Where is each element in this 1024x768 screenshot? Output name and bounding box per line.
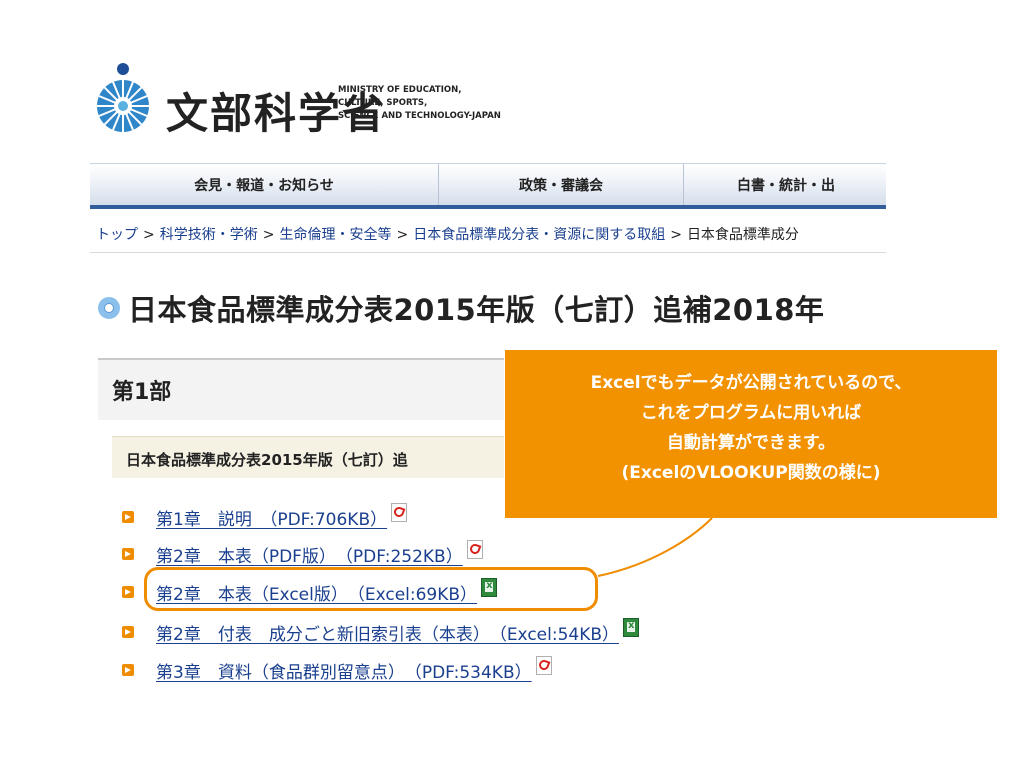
pdf-icon xyxy=(391,502,408,522)
excel-icon xyxy=(623,617,640,637)
arrow-bullet-icon xyxy=(122,586,134,598)
breadcrumb-separator: > xyxy=(396,227,409,243)
link-chapter1-explanation[interactable]: 第1章 説明 （PDF:706KB） xyxy=(156,505,387,530)
breadcrumb-top[interactable]: トップ xyxy=(96,227,138,243)
breadcrumb-separator: > xyxy=(262,227,275,243)
breadcrumb-science[interactable]: 科学技術・学術 xyxy=(160,227,258,243)
breadcrumb-food-composition[interactable]: 日本食品標準成分表・資源に関する取組 xyxy=(413,227,665,243)
breadcrumb: トップ > 科学技術・学術 > 生命倫理・安全等 > 日本食品標準成分表・資源に関する取組 >… xyxy=(96,224,886,246)
link-chapter2-index-excel[interactable]: 第2章 付表 成分ごと新旧索引表（本表） （Excel:54KB） xyxy=(156,620,619,645)
callout-box: Excelでもデータが公開されているので、 これをプログラムに用いれば 自動計算… xyxy=(505,350,997,518)
breadcrumb-bioethics[interactable]: 生命倫理・安全等 xyxy=(279,227,391,243)
logo-english: MINISTRY OF EDUCATION, CULTURE, SPORTS, … xyxy=(338,85,501,121)
divider xyxy=(90,252,886,253)
pdf-icon xyxy=(466,539,483,559)
section-heading: 第1部 xyxy=(98,358,504,420)
section-heading-text: 第1部 xyxy=(112,380,172,405)
global-nav: 会見・報道・お知らせ 政策・審議会 白書・統計・出 xyxy=(90,163,886,209)
list-item: 第1章 説明 （PDF:706KB） xyxy=(122,502,408,530)
subsection-heading: 日本食品標準成分表2015年版（七訂）追 xyxy=(112,436,504,478)
link-chapter2-table-pdf[interactable]: 第2章 本表（PDF版） （PDF:252KB） xyxy=(156,542,463,567)
arrow-bullet-icon xyxy=(122,548,134,560)
arrow-bullet-icon xyxy=(122,664,134,676)
arrow-bullet-icon xyxy=(122,511,134,523)
nav-item-news[interactable]: 会見・報道・お知らせ xyxy=(90,164,439,205)
arrow-bullet-icon xyxy=(122,626,134,638)
mext-emblem-icon xyxy=(97,63,149,132)
nav-item-whitepaper[interactable]: 白書・統計・出 xyxy=(684,164,888,205)
callout-line: Excelでもデータが公開されているので、 xyxy=(590,373,912,393)
breadcrumb-separator: > xyxy=(670,227,682,243)
callout-line: (ExcelのVLOOKUP関数の様に) xyxy=(621,463,881,483)
subsection-heading-text: 日本食品標準成分表2015年版（七訂）追 xyxy=(126,451,408,469)
callout-line: これをプログラムに用いれば xyxy=(640,403,862,423)
page-title: 日本食品標準成分表2015年版（七訂）追補2018年 xyxy=(128,293,825,327)
breadcrumb-separator: > xyxy=(143,227,155,243)
link-chapter3-materials[interactable]: 第3章 資料（食品群別留意点） （PDF:534KB） xyxy=(156,658,532,683)
callout-line: 自動計算ができます。 xyxy=(666,433,836,453)
list-item: 第3章 資料（食品群別留意点） （PDF:534KB） xyxy=(122,655,552,683)
nav-item-policy[interactable]: 政策・審議会 xyxy=(439,164,684,205)
pdf-icon xyxy=(535,655,552,675)
list-item: 第2章 付表 成分ごと新旧索引表（本表） （Excel:54KB） xyxy=(122,617,640,645)
list-item: 第2章 本表（PDF版） （PDF:252KB） xyxy=(122,539,483,567)
mext-logo[interactable]: 文部科学省 MINISTRY OF EDUCATION, CULTURE, SP… xyxy=(90,60,510,140)
breadcrumb-current: 日本食品標準成分 xyxy=(686,227,799,243)
highlight-ring xyxy=(144,567,598,611)
title-bullet-icon xyxy=(98,297,120,319)
